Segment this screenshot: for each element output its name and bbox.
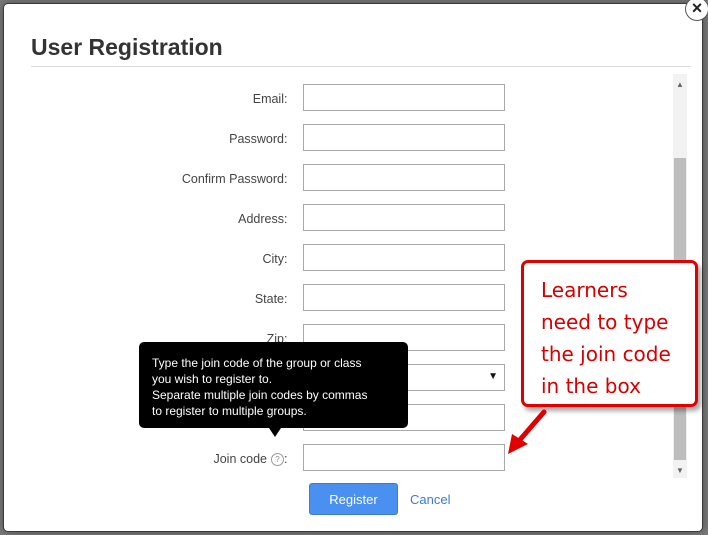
tooltip-line: Separate multiple join codes by commas — [152, 388, 368, 402]
form-row-password: Password : — [4, 124, 604, 154]
address-label: Address — [238, 212, 284, 226]
password-field[interactable] — [303, 124, 505, 151]
confirm-password-label: Confirm Password — [181, 172, 284, 186]
tooltip-line: Type the join code of the group or class — [152, 356, 362, 370]
callout-line: the join code — [541, 342, 671, 366]
email-label: Email — [252, 92, 284, 106]
colon: : — [284, 132, 288, 146]
cancel-link[interactable]: Cancel — [410, 492, 450, 507]
city-label: City — [262, 252, 284, 266]
colon: : — [284, 252, 288, 266]
form-row-email: Email : — [4, 84, 604, 114]
dialog-title: User Registration — [31, 34, 223, 60]
tooltip-line: to register to multiple groups. — [152, 404, 307, 418]
join-code-label-text: Join code — [213, 452, 267, 466]
register-button[interactable]: Register — [309, 483, 398, 515]
colon: : — [284, 292, 288, 306]
scroll-down-icon[interactable]: ▼ — [673, 464, 687, 478]
tooltip-line: you wish to register to. — [152, 372, 273, 386]
form-row-city: City : — [4, 244, 604, 274]
question-circle-icon[interactable]: ? — [271, 453, 284, 466]
join-code-tooltip: Type the join code of the group or class… — [139, 342, 408, 437]
callout-line: in the box — [541, 374, 641, 398]
colon: : — [284, 212, 288, 226]
close-icon[interactable] — [686, 0, 708, 20]
title-divider — [31, 66, 691, 67]
form-row-address: Address : — [4, 204, 604, 234]
colon: : — [284, 172, 288, 186]
registration-dialog: User Registration Email : Password : Con… — [4, 0, 708, 531]
state-field[interactable] — [303, 284, 505, 311]
confirm-password-field[interactable] — [303, 164, 505, 191]
password-label: Password — [229, 132, 284, 146]
address-field[interactable] — [303, 204, 505, 231]
join-code-label: Join code? — [213, 452, 284, 466]
chevron-down-icon: ▼ — [488, 371, 498, 382]
form-row-state: State : — [4, 284, 604, 314]
annotation-arrow-icon — [508, 409, 547, 454]
email-field[interactable] — [303, 84, 505, 111]
scroll-up-icon[interactable]: ▲ — [673, 78, 687, 92]
join-code-field[interactable] — [303, 444, 505, 471]
colon: : — [284, 92, 288, 106]
callout-line: Learners — [541, 278, 628, 302]
colon: : — [284, 452, 288, 466]
form-row-confirm-password: Confirm Password : — [4, 164, 604, 194]
state-label: State — [254, 292, 284, 306]
annotation-callout: Learners need to type the join code in t… — [521, 260, 698, 407]
city-field[interactable] — [303, 244, 505, 271]
callout-line: need to type — [541, 310, 669, 334]
